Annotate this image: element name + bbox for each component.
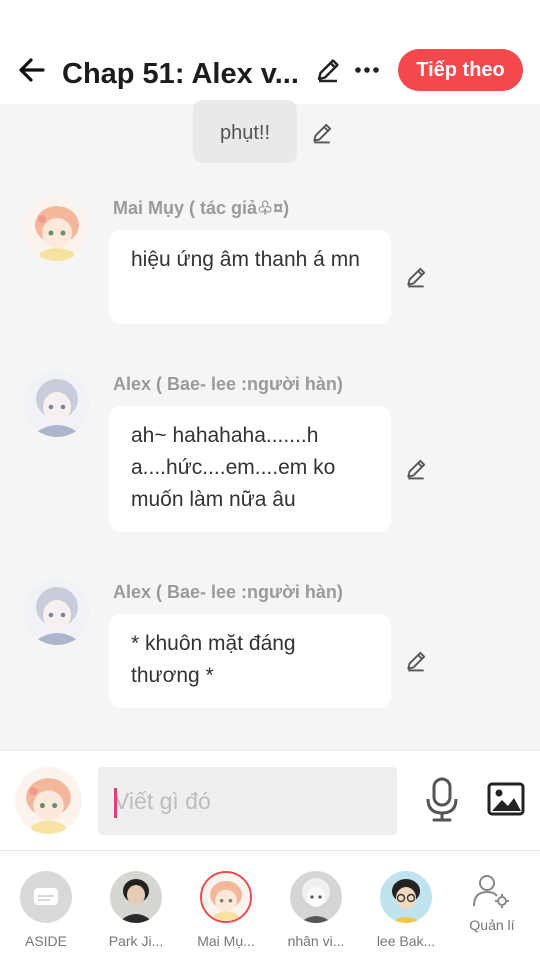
message-bubble[interactable]: hiệu ứng âm thanh á mn (109, 230, 391, 324)
composer (0, 750, 540, 850)
edit-message-button[interactable] (399, 452, 433, 486)
arrow-left-icon (19, 58, 45, 82)
character-park-ji[interactable]: Park Ji... (91, 871, 181, 949)
manage-label: Quản lí (469, 917, 515, 933)
pencil-icon (407, 651, 426, 672)
microphone-icon (426, 777, 458, 822)
next-chapter-button[interactable]: Tiếp theo (398, 49, 523, 91)
character-label: ASIDE (24, 933, 67, 949)
image-icon (487, 782, 525, 816)
avatar-alex[interactable] (24, 371, 90, 437)
text-caret (114, 788, 117, 818)
message-bubble-partial[interactable]: phụt!! (193, 100, 297, 163)
top-bar: Chap 51: Alex v... Tiếp theo (0, 0, 540, 104)
character-label: Mai Mụ... (197, 933, 255, 949)
character-label: Park Ji... (108, 933, 164, 949)
pencil-icon (407, 459, 426, 480)
back-button[interactable] (14, 52, 50, 88)
character-mai-muy[interactable]: Mai Mụ... (181, 871, 271, 949)
pencil-icon (317, 59, 339, 83)
more-button[interactable] (350, 53, 384, 87)
character-avatar (380, 871, 432, 923)
edit-message-button[interactable] (399, 260, 433, 294)
avatar-alex[interactable] (24, 579, 90, 645)
more-horizontal-icon (355, 67, 379, 73)
character-label: nhân vi... (287, 933, 345, 949)
selected-character-avatar[interactable] (15, 767, 82, 834)
message-author: Alex ( Bae- lee :người hàn) (113, 582, 343, 602)
message-author: Mai Mụy ( tác giả♧¤) (113, 198, 290, 218)
character-aside[interactable]: ASIDE (1, 871, 91, 949)
message-bubble[interactable]: * khuôn mặt đáng thương * (109, 614, 391, 708)
message-author: Alex ( Bae- lee :người hàn) (113, 374, 343, 394)
pencil-icon (407, 267, 426, 288)
character-avatar (290, 871, 342, 923)
character-lee-bak[interactable]: lee Bak... (361, 871, 451, 949)
character-label: lee Bak... (376, 933, 436, 949)
pencil-icon (313, 123, 332, 144)
manage-characters-button[interactable]: Quản lí (447, 873, 537, 933)
chat-bubble-icon (34, 888, 58, 905)
image-button[interactable] (486, 781, 526, 817)
character-avatar (200, 871, 252, 923)
message-input[interactable] (98, 767, 397, 835)
aside-avatar (20, 871, 72, 923)
edit-message-button[interactable] (305, 116, 339, 150)
user-gear-icon (472, 873, 512, 909)
avatar-mai-muy[interactable] (24, 195, 90, 261)
voice-button[interactable] (421, 775, 463, 825)
character-avatar (110, 871, 162, 923)
edit-message-button[interactable] (399, 644, 433, 678)
message-bubble[interactable]: ah~ hahahaha.......h a....hức....em....e… (109, 406, 391, 532)
chapter-title: Chap 51: Alex v... (62, 58, 299, 90)
character-bar: ASIDE Park Ji... Mai Mụ... nhân vi... le… (0, 850, 540, 960)
character-nhan-vi[interactable]: nhân vi... (271, 871, 361, 949)
edit-title-button[interactable] (311, 53, 345, 87)
